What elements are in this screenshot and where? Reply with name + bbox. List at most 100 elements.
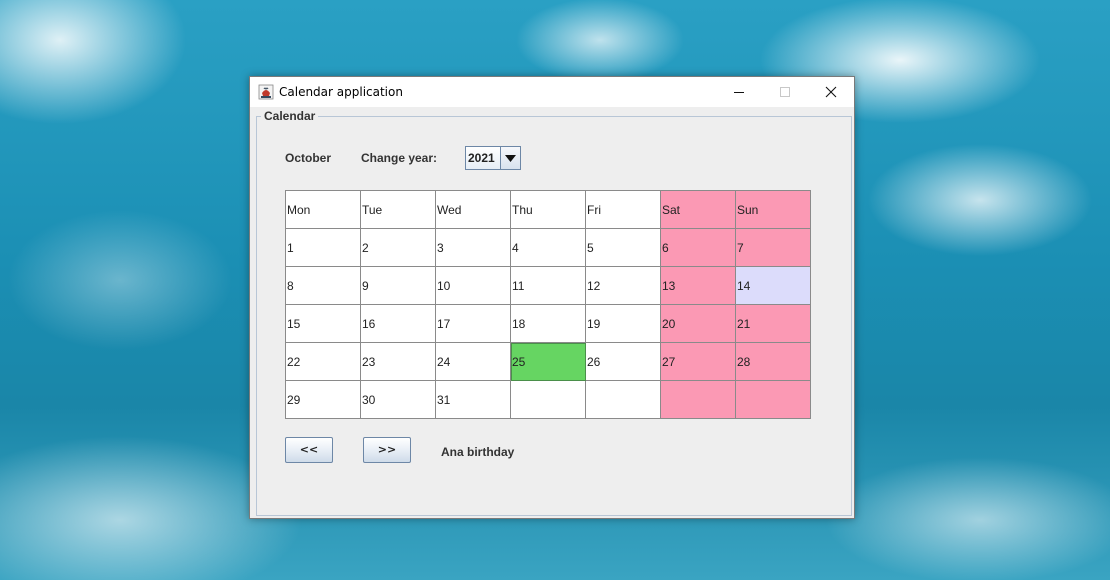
day-cell[interactable]: 3 (436, 229, 511, 267)
day-number: 4 (512, 241, 519, 255)
weekday-header-thu: Thu (511, 191, 586, 229)
day-number: 19 (587, 317, 601, 331)
weekday-header-sat: Sat (661, 191, 736, 229)
day-number: 21 (737, 317, 751, 331)
month-label: October (285, 151, 332, 165)
day-cell[interactable]: 1 (286, 229, 361, 267)
weekday-label: Sat (662, 203, 681, 217)
day-cell[interactable]: 20 (661, 305, 736, 343)
day-cell[interactable]: 27 (661, 343, 736, 381)
day-number: 2 (362, 241, 369, 255)
day-number: 24 (437, 355, 451, 369)
day-cell[interactable]: 15 (286, 305, 361, 343)
day-cell[interactable]: 24 (436, 343, 511, 381)
weekday-label: Tue (362, 203, 383, 217)
day-number: 6 (662, 241, 669, 255)
day-cell[interactable]: 17 (436, 305, 511, 343)
week-row: 1 2 3 4 5 6 7 (286, 229, 811, 267)
day-number: 8 (287, 279, 294, 293)
weekday-header-mon: Mon (286, 191, 361, 229)
week-row: 8 9 10 11 12 13 14 (286, 267, 811, 305)
day-number: 23 (362, 355, 376, 369)
day-number: 17 (437, 317, 451, 331)
week-row: 29 30 31 (286, 381, 811, 419)
day-cell[interactable]: 5 (586, 229, 661, 267)
day-number: 9 (362, 279, 369, 293)
event-label: Ana birthday (441, 445, 515, 459)
day-cell[interactable]: 4 (511, 229, 586, 267)
day-cell[interactable]: 31 (436, 381, 511, 419)
weekday-header-wed: Wed (436, 191, 511, 229)
day-number: 14 (737, 279, 751, 293)
day-number: 18 (512, 317, 526, 331)
change-year-label: Change year: (361, 151, 438, 165)
previous-month-button[interactable]: << (285, 437, 333, 463)
day-number: 31 (437, 393, 451, 407)
minimize-icon[interactable] (716, 77, 762, 107)
year-dropdown[interactable]: 2021 (465, 146, 521, 170)
day-cell[interactable]: 13 (661, 267, 736, 305)
panel-legend: Calendar (261, 109, 319, 123)
day-cell[interactable]: 30 (361, 381, 436, 419)
day-cell[interactable]: 19 (586, 305, 661, 343)
day-number: 25 (512, 355, 526, 369)
day-number: 11 (512, 279, 525, 293)
next-month-button[interactable]: >> (363, 437, 411, 463)
day-number: 1 (287, 241, 294, 255)
maximize-icon[interactable] (762, 77, 808, 107)
weekday-label: Mon (287, 203, 311, 217)
chevron-down-icon (505, 154, 516, 162)
weekday-header-sun: Sun (736, 191, 811, 229)
day-cell[interactable]: 22 (286, 343, 361, 381)
java-cup-icon (258, 84, 274, 100)
weekday-label: Sun (737, 203, 759, 217)
day-cell[interactable]: 23 (361, 343, 436, 381)
dropdown-arrow-button[interactable] (501, 147, 520, 169)
day-number: 20 (662, 317, 676, 331)
weekday-header-tue: Tue (361, 191, 436, 229)
day-number: 16 (362, 317, 376, 331)
day-number: 3 (437, 241, 444, 255)
day-number: 13 (662, 279, 676, 293)
empty-cell (586, 381, 661, 419)
day-number: 5 (587, 241, 594, 255)
day-number: 10 (437, 279, 451, 293)
week-row: 22 23 24 25 26 27 28 (286, 343, 811, 381)
event-day-cell[interactable]: 25 (511, 343, 586, 381)
day-cell[interactable]: 7 (736, 229, 811, 267)
day-number: 30 (362, 393, 376, 407)
weekday-label: Fri (587, 203, 601, 217)
day-cell[interactable]: 29 (286, 381, 361, 419)
day-number: 7 (737, 241, 744, 255)
today-cell[interactable]: 14 (736, 267, 811, 305)
close-icon[interactable] (808, 77, 854, 107)
day-cell[interactable]: 16 (361, 305, 436, 343)
week-row: 15 16 17 18 19 20 21 (286, 305, 811, 343)
day-cell[interactable]: 21 (736, 305, 811, 343)
weekday-label: Thu (512, 203, 533, 217)
day-cell[interactable]: 6 (661, 229, 736, 267)
day-cell[interactable]: 28 (736, 343, 811, 381)
calendar-window: Calendar application Calendar October Ch… (249, 76, 855, 519)
day-cell[interactable]: 2 (361, 229, 436, 267)
day-cell[interactable]: 18 (511, 305, 586, 343)
day-cell[interactable]: 8 (286, 267, 361, 305)
day-cell[interactable]: 11 (511, 267, 586, 305)
day-number: 29 (287, 393, 301, 407)
day-number: 26 (587, 355, 601, 369)
day-cell[interactable]: 26 (586, 343, 661, 381)
day-cell[interactable]: 10 (436, 267, 511, 305)
weekday-label: Wed (437, 203, 462, 217)
day-number: 27 (662, 355, 676, 369)
weekday-header-row: Mon Tue Wed Thu Fri Sat Sun (286, 191, 811, 229)
day-number: 12 (587, 279, 601, 293)
title-bar[interactable]: Calendar application (250, 77, 854, 107)
day-number: 28 (737, 355, 751, 369)
empty-cell (511, 381, 586, 419)
day-number: 15 (287, 317, 301, 331)
day-number: 22 (287, 355, 301, 369)
day-cell[interactable]: 12 (586, 267, 661, 305)
empty-cell (661, 381, 736, 419)
year-value[interactable]: 2021 (466, 147, 501, 169)
day-cell[interactable]: 9 (361, 267, 436, 305)
